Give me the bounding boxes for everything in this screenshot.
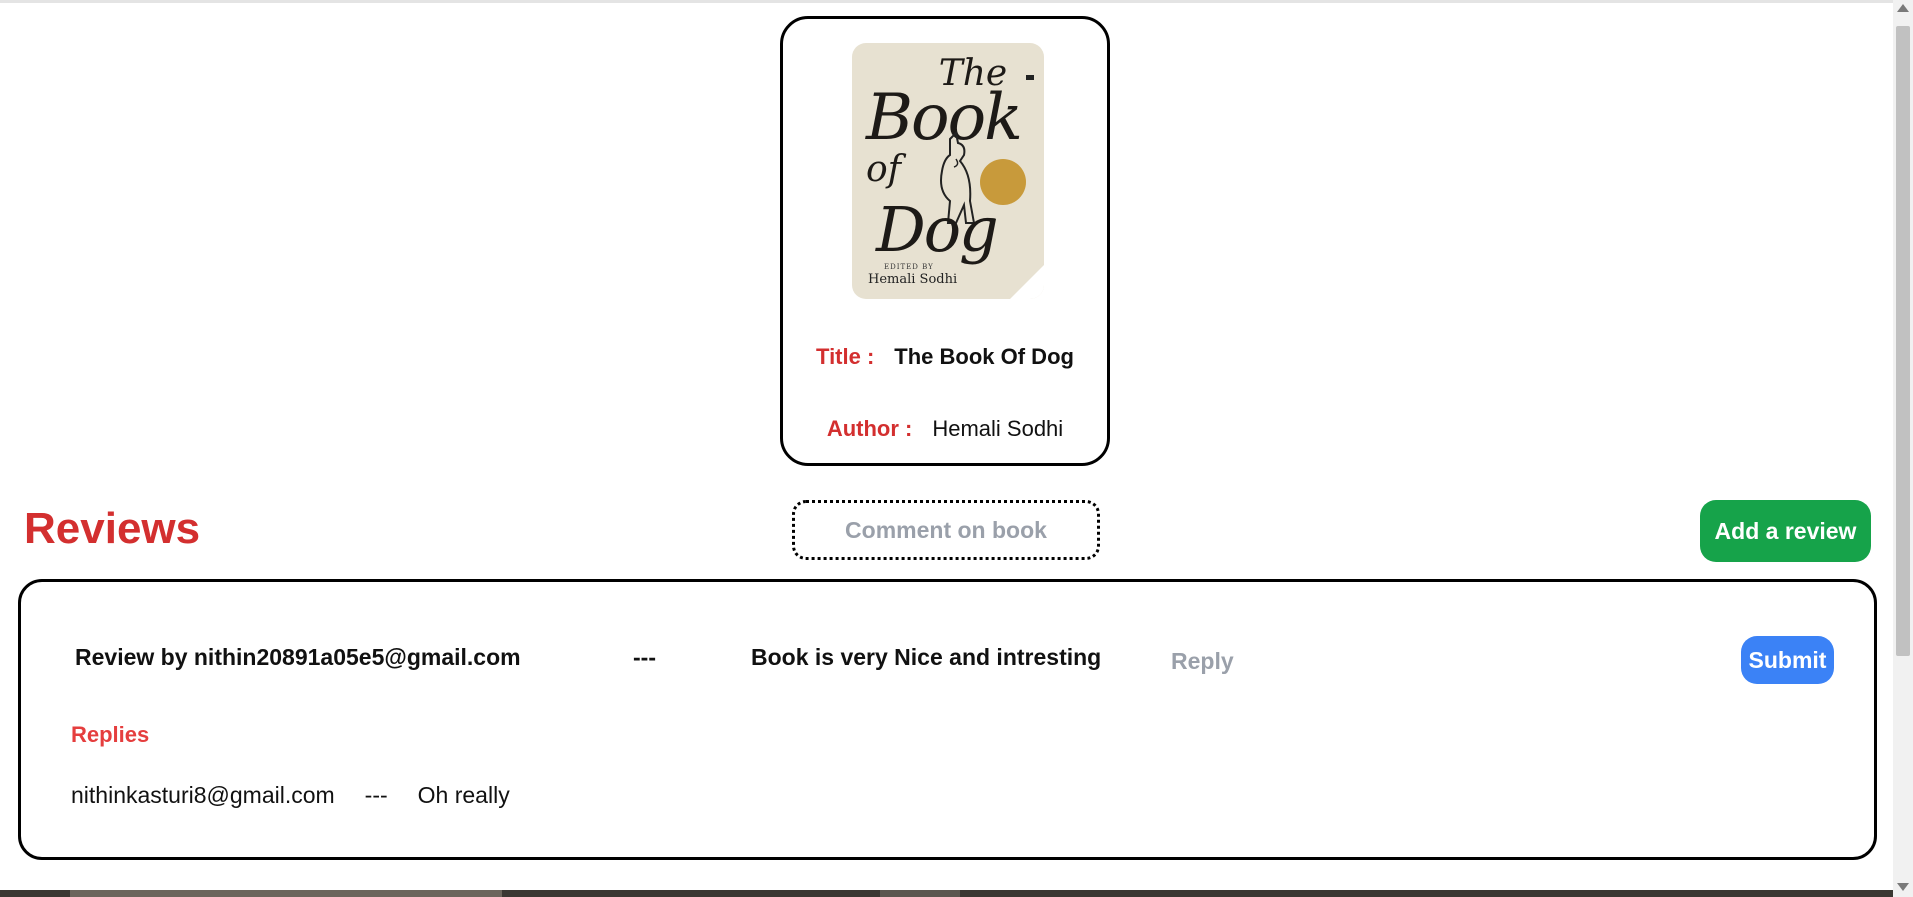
background-image-strip [0, 890, 1893, 897]
cover-title-of: of [866, 149, 901, 190]
reviews-heading: Reviews [24, 504, 201, 553]
reply-input[interactable]: Reply [1171, 648, 1371, 675]
cover-edited-by: EDITED BY [884, 263, 934, 271]
review-card: Review by nithin20891a05e5@gmail.com ---… [18, 579, 1877, 860]
scroll-thumb[interactable] [1896, 26, 1910, 656]
add-review-button[interactable]: Add a review [1700, 500, 1871, 562]
replies-label: Replies [71, 722, 150, 747]
scroll-down-icon[interactable] [1897, 883, 1909, 891]
cover-author: Hemali Sodhi [868, 272, 958, 287]
review-separator: --- [633, 644, 656, 670]
book-author-row: Author : Hemali Sodhi [783, 416, 1107, 442]
title-label: Title : [816, 344, 875, 369]
reply-separator: --- [364, 782, 388, 808]
book-title-row: Title : The Book Of Dog [783, 344, 1107, 370]
review-text: Book is very Nice and intresting [751, 644, 1102, 670]
page-curl [1010, 265, 1044, 299]
reply-user: nithinkasturi8@gmail.com [71, 782, 335, 808]
book-cover-image: The Book of Dog EDITED BY Hemali Sodhi [852, 43, 1044, 299]
comment-input[interactable]: Comment on book [792, 500, 1100, 560]
book-title: The Book Of Dog [894, 344, 1074, 369]
reply-item: nithinkasturi8@gmail.com --- Oh really [71, 782, 510, 809]
top-border [0, 0, 1893, 3]
reply-text: Oh really [417, 782, 510, 808]
book-author: Hemali Sodhi [932, 416, 1064, 441]
submit-reply-button[interactable]: Submit [1741, 636, 1834, 684]
review-author: Review by nithin20891a05e5@gmail.com [75, 644, 521, 670]
book-card: The Book of Dog EDITED BY Hemali Sodhi T… [780, 16, 1110, 466]
vertical-scrollbar[interactable] [1893, 0, 1913, 897]
cover-title-dog: Dog [876, 193, 999, 266]
author-label: Author : [826, 416, 913, 441]
scroll-up-icon[interactable] [1897, 4, 1909, 12]
